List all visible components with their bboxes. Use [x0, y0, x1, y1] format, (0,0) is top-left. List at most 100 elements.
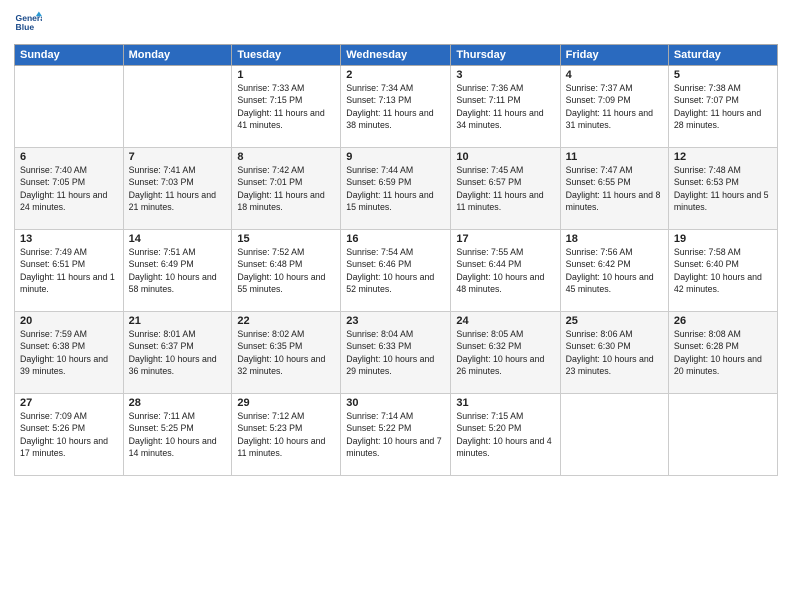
day-cell: 16Sunrise: 7:54 AM Sunset: 6:46 PM Dayli…	[341, 230, 451, 312]
day-number: 16	[346, 233, 445, 245]
day-header-thursday: Thursday	[451, 45, 560, 66]
week-row-3: 13Sunrise: 7:49 AM Sunset: 6:51 PM Dayli…	[15, 230, 778, 312]
day-number: 14	[129, 233, 227, 245]
day-info: Sunrise: 7:45 AM Sunset: 6:57 PM Dayligh…	[456, 164, 554, 213]
day-number: 19	[674, 233, 772, 245]
day-number: 29	[237, 397, 335, 409]
day-number: 15	[237, 233, 335, 245]
day-header-wednesday: Wednesday	[341, 45, 451, 66]
day-info: Sunrise: 7:54 AM Sunset: 6:46 PM Dayligh…	[346, 246, 445, 295]
day-number: 24	[456, 315, 554, 327]
day-info: Sunrise: 7:48 AM Sunset: 6:53 PM Dayligh…	[674, 164, 772, 213]
day-number: 10	[456, 151, 554, 163]
day-cell	[560, 394, 668, 476]
day-number: 27	[20, 397, 118, 409]
day-info: Sunrise: 7:40 AM Sunset: 7:05 PM Dayligh…	[20, 164, 118, 213]
day-cell: 7Sunrise: 7:41 AM Sunset: 7:03 PM Daylig…	[123, 148, 232, 230]
day-header-friday: Friday	[560, 45, 668, 66]
day-info: Sunrise: 8:08 AM Sunset: 6:28 PM Dayligh…	[674, 328, 772, 377]
day-cell: 24Sunrise: 8:05 AM Sunset: 6:32 PM Dayli…	[451, 312, 560, 394]
day-info: Sunrise: 7:12 AM Sunset: 5:23 PM Dayligh…	[237, 410, 335, 459]
day-number: 7	[129, 151, 227, 163]
day-cell: 29Sunrise: 7:12 AM Sunset: 5:23 PM Dayli…	[232, 394, 341, 476]
day-number: 3	[456, 69, 554, 81]
day-info: Sunrise: 7:37 AM Sunset: 7:09 PM Dayligh…	[566, 82, 663, 131]
day-cell: 27Sunrise: 7:09 AM Sunset: 5:26 PM Dayli…	[15, 394, 124, 476]
calendar-table: SundayMondayTuesdayWednesdayThursdayFrid…	[14, 44, 778, 476]
day-cell	[668, 394, 777, 476]
day-header-saturday: Saturday	[668, 45, 777, 66]
day-info: Sunrise: 7:38 AM Sunset: 7:07 PM Dayligh…	[674, 82, 772, 131]
day-cell: 13Sunrise: 7:49 AM Sunset: 6:51 PM Dayli…	[15, 230, 124, 312]
day-cell: 11Sunrise: 7:47 AM Sunset: 6:55 PM Dayli…	[560, 148, 668, 230]
week-row-1: 1Sunrise: 7:33 AM Sunset: 7:15 PM Daylig…	[15, 66, 778, 148]
day-info: Sunrise: 7:33 AM Sunset: 7:15 PM Dayligh…	[237, 82, 335, 131]
day-cell	[15, 66, 124, 148]
day-number: 18	[566, 233, 663, 245]
day-info: Sunrise: 7:59 AM Sunset: 6:38 PM Dayligh…	[20, 328, 118, 377]
logo: General Blue	[14, 10, 42, 38]
day-cell: 25Sunrise: 8:06 AM Sunset: 6:30 PM Dayli…	[560, 312, 668, 394]
day-info: Sunrise: 7:09 AM Sunset: 5:26 PM Dayligh…	[20, 410, 118, 459]
week-row-2: 6Sunrise: 7:40 AM Sunset: 7:05 PM Daylig…	[15, 148, 778, 230]
day-header-sunday: Sunday	[15, 45, 124, 66]
day-info: Sunrise: 7:11 AM Sunset: 5:25 PM Dayligh…	[129, 410, 227, 459]
day-cell: 6Sunrise: 7:40 AM Sunset: 7:05 PM Daylig…	[15, 148, 124, 230]
day-header-monday: Monday	[123, 45, 232, 66]
day-number: 5	[674, 69, 772, 81]
day-number: 22	[237, 315, 335, 327]
calendar-page: General Blue SundayMondayTuesdayWednesda…	[0, 0, 792, 612]
day-cell: 15Sunrise: 7:52 AM Sunset: 6:48 PM Dayli…	[232, 230, 341, 312]
days-header-row: SundayMondayTuesdayWednesdayThursdayFrid…	[15, 45, 778, 66]
day-info: Sunrise: 7:55 AM Sunset: 6:44 PM Dayligh…	[456, 246, 554, 295]
day-cell: 17Sunrise: 7:55 AM Sunset: 6:44 PM Dayli…	[451, 230, 560, 312]
day-cell: 20Sunrise: 7:59 AM Sunset: 6:38 PM Dayli…	[15, 312, 124, 394]
day-info: Sunrise: 8:01 AM Sunset: 6:37 PM Dayligh…	[129, 328, 227, 377]
day-number: 8	[237, 151, 335, 163]
day-cell: 10Sunrise: 7:45 AM Sunset: 6:57 PM Dayli…	[451, 148, 560, 230]
day-info: Sunrise: 7:49 AM Sunset: 6:51 PM Dayligh…	[20, 246, 118, 295]
day-cell: 30Sunrise: 7:14 AM Sunset: 5:22 PM Dayli…	[341, 394, 451, 476]
day-number: 11	[566, 151, 663, 163]
day-info: Sunrise: 7:14 AM Sunset: 5:22 PM Dayligh…	[346, 410, 445, 459]
day-cell: 18Sunrise: 7:56 AM Sunset: 6:42 PM Dayli…	[560, 230, 668, 312]
day-number: 4	[566, 69, 663, 81]
day-number: 26	[674, 315, 772, 327]
day-cell: 1Sunrise: 7:33 AM Sunset: 7:15 PM Daylig…	[232, 66, 341, 148]
week-row-4: 20Sunrise: 7:59 AM Sunset: 6:38 PM Dayli…	[15, 312, 778, 394]
day-info: Sunrise: 7:15 AM Sunset: 5:20 PM Dayligh…	[456, 410, 554, 459]
day-info: Sunrise: 7:42 AM Sunset: 7:01 PM Dayligh…	[237, 164, 335, 213]
day-number: 20	[20, 315, 118, 327]
day-info: Sunrise: 7:51 AM Sunset: 6:49 PM Dayligh…	[129, 246, 227, 295]
day-cell: 28Sunrise: 7:11 AM Sunset: 5:25 PM Dayli…	[123, 394, 232, 476]
day-cell: 4Sunrise: 7:37 AM Sunset: 7:09 PM Daylig…	[560, 66, 668, 148]
day-number: 17	[456, 233, 554, 245]
day-cell: 22Sunrise: 8:02 AM Sunset: 6:35 PM Dayli…	[232, 312, 341, 394]
day-info: Sunrise: 8:06 AM Sunset: 6:30 PM Dayligh…	[566, 328, 663, 377]
week-row-5: 27Sunrise: 7:09 AM Sunset: 5:26 PM Dayli…	[15, 394, 778, 476]
day-number: 30	[346, 397, 445, 409]
day-cell: 8Sunrise: 7:42 AM Sunset: 7:01 PM Daylig…	[232, 148, 341, 230]
day-info: Sunrise: 8:02 AM Sunset: 6:35 PM Dayligh…	[237, 328, 335, 377]
day-info: Sunrise: 8:05 AM Sunset: 6:32 PM Dayligh…	[456, 328, 554, 377]
day-info: Sunrise: 8:04 AM Sunset: 6:33 PM Dayligh…	[346, 328, 445, 377]
day-cell: 2Sunrise: 7:34 AM Sunset: 7:13 PM Daylig…	[341, 66, 451, 148]
day-cell: 9Sunrise: 7:44 AM Sunset: 6:59 PM Daylig…	[341, 148, 451, 230]
day-number: 9	[346, 151, 445, 163]
day-cell: 3Sunrise: 7:36 AM Sunset: 7:11 PM Daylig…	[451, 66, 560, 148]
day-cell: 26Sunrise: 8:08 AM Sunset: 6:28 PM Dayli…	[668, 312, 777, 394]
day-info: Sunrise: 7:56 AM Sunset: 6:42 PM Dayligh…	[566, 246, 663, 295]
logo-icon: General Blue	[14, 10, 42, 38]
day-cell: 12Sunrise: 7:48 AM Sunset: 6:53 PM Dayli…	[668, 148, 777, 230]
day-info: Sunrise: 7:58 AM Sunset: 6:40 PM Dayligh…	[674, 246, 772, 295]
day-info: Sunrise: 7:34 AM Sunset: 7:13 PM Dayligh…	[346, 82, 445, 131]
day-number: 31	[456, 397, 554, 409]
day-info: Sunrise: 7:41 AM Sunset: 7:03 PM Dayligh…	[129, 164, 227, 213]
day-info: Sunrise: 7:47 AM Sunset: 6:55 PM Dayligh…	[566, 164, 663, 213]
day-cell: 21Sunrise: 8:01 AM Sunset: 6:37 PM Dayli…	[123, 312, 232, 394]
day-cell	[123, 66, 232, 148]
day-number: 21	[129, 315, 227, 327]
day-cell: 19Sunrise: 7:58 AM Sunset: 6:40 PM Dayli…	[668, 230, 777, 312]
day-number: 23	[346, 315, 445, 327]
day-number: 28	[129, 397, 227, 409]
